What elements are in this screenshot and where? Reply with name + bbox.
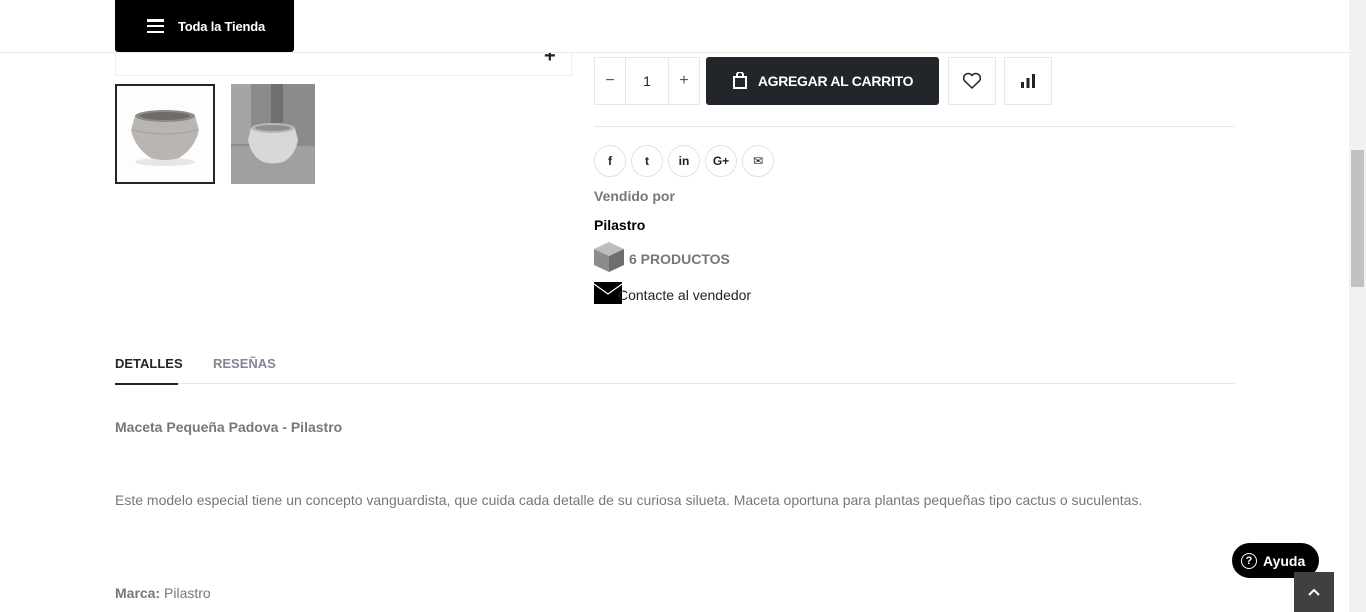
social-share-list: f t in G+ ✉ [594,145,774,177]
quantity-stepper: − 1 + [594,57,700,105]
compare-button[interactable] [1004,57,1052,105]
tab-details[interactable]: DETALLES [115,356,183,385]
wishlist-button[interactable] [948,57,996,105]
help-label: Ayuda [1263,552,1306,569]
brand-value: Pilastro [164,585,211,601]
product-thumbnail-1[interactable] [115,84,215,184]
quantity-input[interactable]: 1 [625,58,669,104]
sold-by-label: Vendido por [594,188,675,204]
vendor-name-link[interactable]: Pilastro [594,217,645,233]
sticky-header: Toda la Tienda [0,0,1349,53]
product-tabs: DETALLES RESEÑAS [115,340,1235,385]
box-icon [594,242,624,272]
tab-reviews[interactable]: RESEÑAS [213,356,276,383]
contact-vendor-link[interactable]: Contacte al vendedor [594,282,751,304]
brand-line: Marca: Pilastro [115,585,211,601]
divider [594,126,1235,127]
pot-image-lifestyle [231,84,315,184]
vendor-products-count: 6 PRODUCTOS [629,251,730,267]
linkedin-icon[interactable]: in [668,145,700,177]
question-icon: ? [1241,552,1257,569]
hamburger-icon [147,19,164,33]
twitter-icon[interactable]: t [631,145,663,177]
heart-icon [962,72,982,90]
menu-button-label: Toda la Tienda [178,18,266,34]
quantity-increase-button[interactable]: + [669,58,699,104]
pot-image-white-bg [117,86,213,182]
email-icon[interactable]: ✉ [742,145,774,177]
all-store-menu-button[interactable]: Toda la Tienda [115,0,294,52]
description-title: Maceta Pequeña Padova - Pilastro [115,419,343,435]
page-scrollbar-track[interactable] [1349,0,1366,612]
google-plus-icon[interactable]: G+ [705,145,737,177]
product-thumbnail-2[interactable] [231,84,315,184]
brand-label: Marca: [115,585,161,601]
quantity-decrease-button[interactable]: − [595,58,625,104]
bar-chart-icon [1021,74,1035,88]
description-body: Este modelo especial tiene un concepto v… [115,492,1143,508]
add-to-cart-label: AGREGAR AL CARRITO [757,73,914,89]
facebook-icon[interactable]: f [594,145,626,177]
contact-vendor-label: Contacte al vendedor [618,287,752,303]
shopping-bag-icon [732,72,748,90]
chevron-up-icon [1308,588,1320,596]
vendor-products-link[interactable]: 6 PRODUCTOS [592,241,730,273]
add-to-cart-button[interactable]: AGREGAR AL CARRITO [706,57,939,105]
page-scrollbar-thumb[interactable] [1351,150,1364,287]
scroll-to-top-button[interactable] [1294,572,1334,612]
